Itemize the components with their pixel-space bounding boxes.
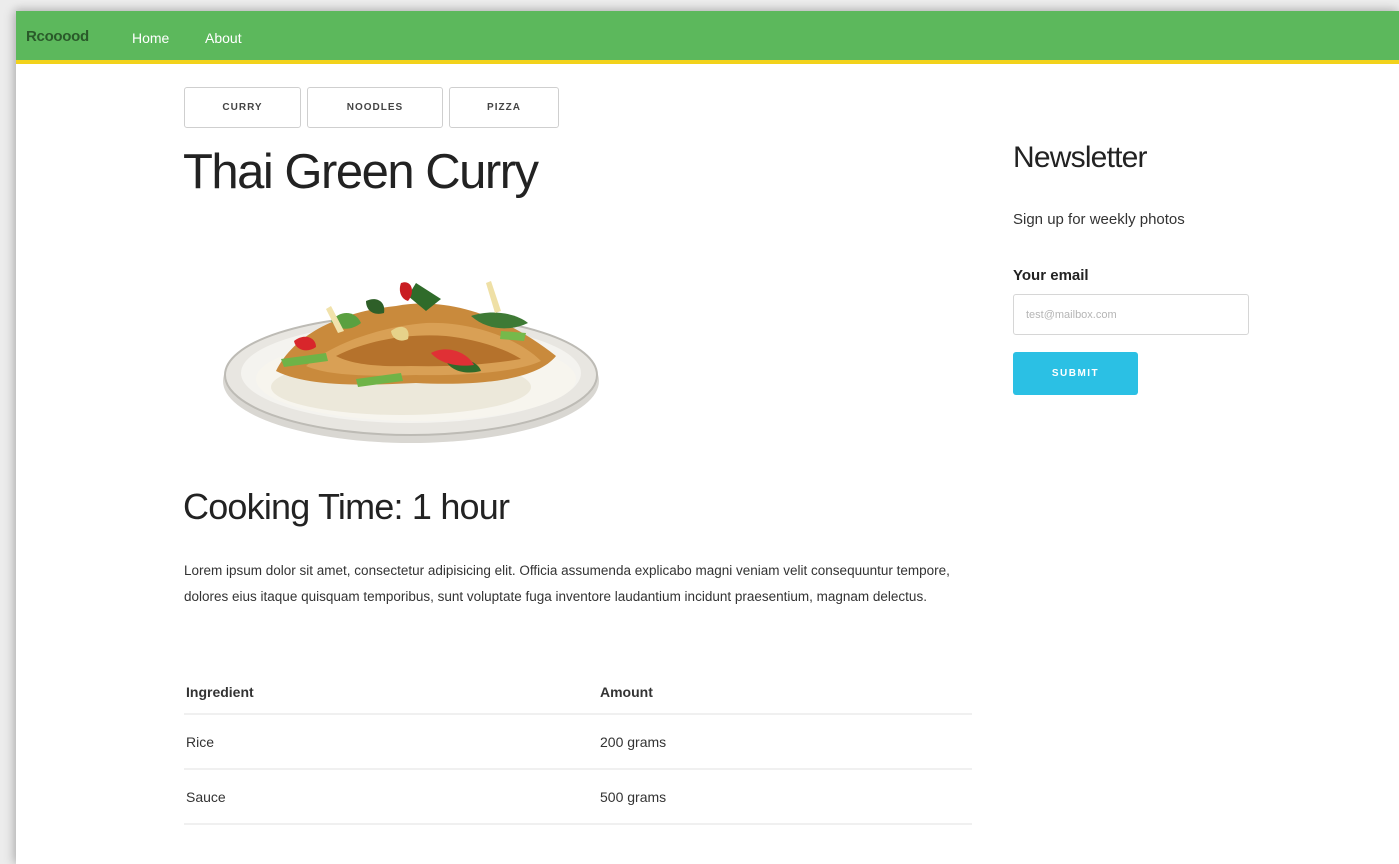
recipe-description: Lorem ipsum dolor sit amet, consectetur … (184, 563, 950, 604)
tab-pizza[interactable]: PIZZA (449, 87, 559, 128)
column-header-amount: Amount (598, 671, 972, 715)
amount-cell: 500 grams (598, 769, 972, 825)
email-field[interactable] (1013, 294, 1249, 335)
brand-logo[interactable]: Rcooood (26, 28, 89, 45)
amount-cell: 200 grams (598, 714, 972, 770)
ingredients-table: Ingredient Amount Rice 200 grams Sauce 5… (184, 671, 972, 825)
submit-button[interactable]: SUBMIT (1013, 352, 1138, 395)
cooking-time-heading: Cooking Time: 1 hour (183, 486, 510, 527)
navbar: Rcooood Home About (16, 11, 1399, 64)
browser-page: Rcooood Home About CURRY NOODLES PIZZA T… (16, 11, 1399, 864)
table-row: Sauce 500 grams (184, 769, 972, 825)
table-header-row: Ingredient Amount (184, 671, 972, 715)
tab-curry[interactable]: CURRY (184, 87, 301, 128)
ingredient-cell: Rice (184, 714, 598, 770)
recipe-title: Thai Green Curry (183, 145, 539, 199)
newsletter-subtitle: Sign up for weekly photos (1013, 211, 1185, 228)
newsletter-title: Newsletter (1013, 141, 1148, 174)
email-label: Your email (1013, 267, 1089, 284)
nav-link-about[interactable]: About (205, 30, 242, 46)
tab-noodles[interactable]: NOODLES (307, 87, 443, 128)
column-header-ingredient: Ingredient (184, 671, 598, 715)
table-row: Rice 200 grams (184, 714, 972, 770)
ingredient-cell: Sauce (184, 769, 598, 825)
recipe-image (223, 281, 599, 443)
nav-link-home[interactable]: Home (132, 30, 169, 46)
